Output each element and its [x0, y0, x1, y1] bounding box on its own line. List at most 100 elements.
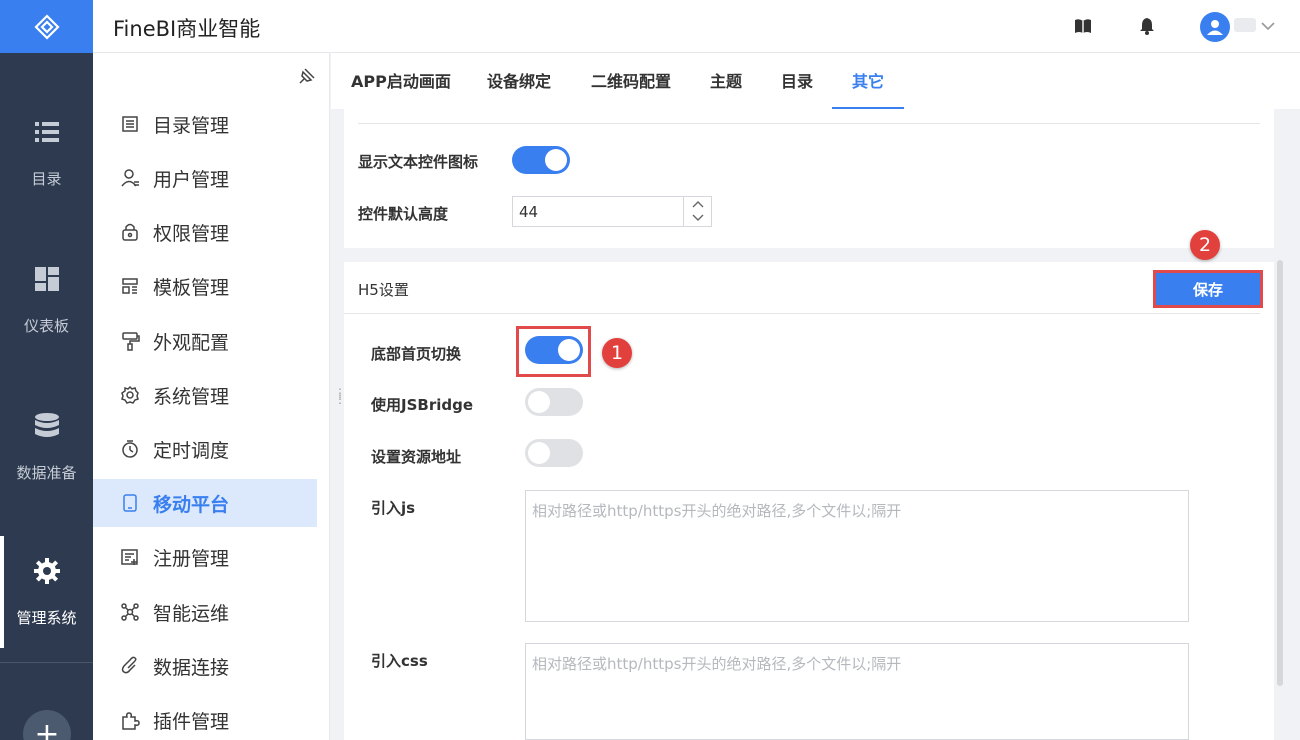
tab-app-splash[interactable]: APP启动画面 [331, 53, 471, 109]
dashboard-icon [34, 266, 59, 291]
plugin-icon [122, 712, 140, 730]
settings-icon [121, 385, 139, 404]
h5-settings-panel: H5设置 保存 2 底部首页切换 1 使用JSBridge 设置资源地址 引入j… [344, 230, 1274, 740]
user-icon [121, 169, 139, 187]
import-css-textarea[interactable] [525, 643, 1189, 740]
jsbridge-toggle[interactable] [525, 388, 583, 416]
nav-item-label: 管理系统 [16, 608, 77, 627]
menu-item-scheduling[interactable]: 定时调度 [93, 425, 317, 473]
bottom-home-switch-toggle[interactable] [525, 336, 583, 364]
annotation-badge-1: 1 [602, 338, 632, 368]
default-height-label: 控件默认高度 [358, 205, 449, 223]
gear-icon [33, 557, 60, 584]
tab-other[interactable]: 其它 [832, 53, 905, 109]
network-icon [121, 603, 139, 621]
nav-item-catalog[interactable]: 目录 [0, 93, 93, 213]
menu-item-label: 插件管理 [153, 710, 230, 733]
avatar[interactable] [1200, 12, 1230, 42]
nav-item-label: 目录 [31, 169, 62, 188]
stepper-up-button[interactable] [684, 197, 712, 211]
left-nav: 目录 仪表板 数据准备 管理系统 + [0, 0, 93, 740]
nav-item-data-prep[interactable]: 数据准备 [0, 387, 93, 507]
book-icon[interactable] [1073, 16, 1093, 36]
nav-item-label: 数据准备 [16, 463, 77, 482]
divider [358, 123, 1260, 124]
catalog-icon [122, 116, 138, 132]
general-settings-panel: 显示文本控件图标 控件默认高度 [344, 109, 1274, 248]
menu-item-permissions[interactable]: 权限管理 [93, 208, 317, 256]
nav-divider [0, 662, 93, 663]
database-icon [34, 412, 59, 437]
menu-item-label: 移动平台 [153, 493, 230, 516]
top-header: FineBI商业智能 [93, 0, 1300, 53]
brush-icon [122, 332, 140, 351]
menu-item-label: 权限管理 [153, 222, 230, 245]
default-height-input[interactable] [519, 203, 669, 221]
menu-item-plugins[interactable]: 插件管理 [93, 696, 317, 740]
import-js-label: 引入js [371, 499, 416, 517]
h5-section-title: H5设置 [358, 281, 409, 299]
import-js-textarea[interactable] [525, 490, 1189, 622]
user-avatar-icon [1207, 20, 1223, 35]
jsbridge-label: 使用JSBridge [371, 396, 474, 414]
mobile-icon [123, 494, 137, 512]
resource-address-toggle[interactable] [525, 439, 583, 467]
menu-item-label: 注册管理 [153, 547, 230, 570]
menu-item-appearance[interactable]: 外观配置 [93, 317, 317, 365]
menu-item-label: 模板管理 [153, 276, 230, 299]
list-icon [34, 121, 59, 142]
show-text-icon-label: 显示文本控件图标 [358, 153, 479, 171]
menu-item-label: 定时调度 [153, 439, 230, 462]
tab-device-binding[interactable]: 设备绑定 [467, 53, 571, 109]
menu-item-catalog[interactable]: 目录管理 [93, 100, 317, 148]
menu-item-mobile[interactable]: 移动平台 [93, 479, 317, 527]
add-button[interactable]: + [23, 710, 71, 740]
bottom-home-switch-label: 底部首页切换 [371, 345, 462, 363]
menu-item-templates[interactable]: 模板管理 [93, 262, 317, 310]
menu-item-users[interactable]: 用户管理 [93, 154, 317, 202]
menu-item-label: 系统管理 [153, 385, 230, 408]
nav-item-label: 仪表板 [23, 316, 69, 335]
save-button[interactable]: 保存 [1153, 270, 1263, 308]
register-icon [121, 549, 138, 565]
menu-item-ops[interactable]: 智能运维 [93, 588, 317, 636]
menu-item-label: 用户管理 [153, 168, 230, 191]
user-name[interactable] [1234, 18, 1256, 32]
default-height-stepper [512, 196, 712, 227]
bell-icon[interactable] [1137, 16, 1157, 36]
content-scrollbar[interactable] [1277, 260, 1283, 686]
resource-address-label: 设置资源地址 [371, 448, 462, 466]
timer-icon [122, 440, 138, 458]
chevron-down-icon [692, 214, 704, 221]
stepper-down-button[interactable] [684, 211, 712, 225]
menu-item-label: 数据连接 [153, 656, 230, 679]
chevron-down-icon[interactable] [1260, 18, 1276, 34]
show-text-icon-toggle[interactable] [512, 146, 570, 174]
divider [344, 313, 1260, 314]
chevron-up-icon [692, 201, 704, 208]
nav-item-admin[interactable]: 管理系统 [0, 532, 93, 652]
menu-item-label: 外观配置 [153, 331, 230, 354]
menu-item-data-connection[interactable]: 数据连接 [93, 642, 317, 690]
lock-icon [122, 223, 138, 241]
import-css-label: 引入css [371, 652, 428, 670]
pin-icon[interactable] [298, 67, 316, 85]
plus-icon: + [34, 716, 60, 740]
template-icon [122, 278, 138, 294]
stepper-arrows [683, 197, 711, 226]
app-title: FineBI商业智能 [113, 17, 261, 41]
menu-item-label: 目录管理 [153, 114, 230, 137]
tab-qrcode[interactable]: 二维码配置 [571, 53, 691, 109]
tab-bar: APP启动画面 设备绑定 二维码配置 主题 目录 其它 [331, 53, 1300, 109]
menu-item-registration[interactable]: 注册管理 [93, 533, 317, 581]
menu-item-system[interactable]: 系统管理 [93, 371, 317, 419]
nav-item-dashboard[interactable]: 仪表板 [0, 240, 93, 360]
admin-sidebar: 目录管理 用户管理 权限管理 模板管理 外观配置 系统管理 定时调度 移动平台 … [93, 53, 330, 740]
app-logo[interactable] [0, 0, 93, 53]
link-icon [121, 656, 137, 674]
tab-catalog[interactable]: 目录 [761, 53, 833, 109]
tab-theme[interactable]: 主题 [690, 53, 762, 109]
menu-item-label: 智能运维 [153, 602, 230, 625]
sidebar-resize-handle[interactable]: ⋮ ⋮ [334, 387, 346, 408]
logo-icon [33, 13, 60, 40]
